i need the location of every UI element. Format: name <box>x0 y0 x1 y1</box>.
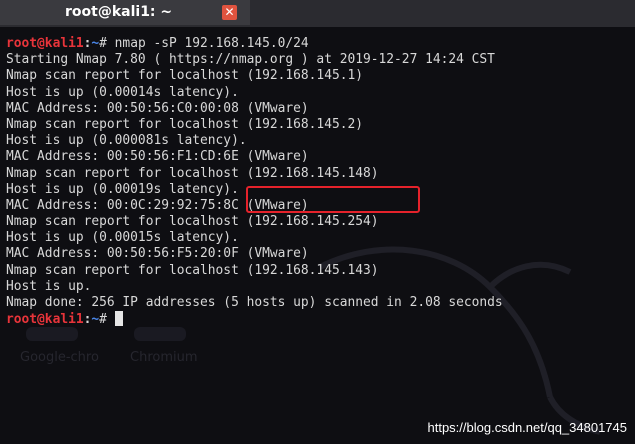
close-icon[interactable]: ✕ <box>222 5 237 20</box>
tab-bar: root@kali1: ~ ✕ <box>0 0 635 27</box>
desktop-icon-ghost-1 <box>26 327 78 341</box>
prompt-symbol: # <box>99 312 115 328</box>
output-line: MAC Address: 00:50:56:F5:20:0F (VMware) <box>6 246 309 262</box>
tab-title: root@kali1: ~ <box>65 4 173 20</box>
output-line: Nmap done: 256 IP addresses (5 hosts up)… <box>6 295 503 310</box>
terminal-output: root@kali1:~# nmap -sP 192.168.145.0/24 S… <box>6 36 503 327</box>
output-line: Nmap scan report for localhost (192.168.… <box>6 262 379 278</box>
output-line: Host is up (0.00015s latency). <box>6 230 239 246</box>
output-line: Nmap scan report for localhost (192.168.… <box>6 68 363 84</box>
command-line: root@kali1:~# nmap -sP 192.168.145.0/24 <box>6 36 503 52</box>
output-line: Nmap scan report for localhost (192.168.… <box>6 165 379 181</box>
terminal-window: root@kali1: ~ ✕ Google-chro Chromium roo… <box>0 0 635 444</box>
blog-watermark: https://blog.csdn.net/qq_34801745 <box>427 420 628 435</box>
prompt-user-host: root@kali1 <box>6 312 84 328</box>
terminal-tab[interactable]: root@kali1: ~ ✕ <box>0 0 250 27</box>
output-line: Host is up (0.00014s latency). <box>6 84 239 100</box>
active-prompt-line[interactable]: root@kali1:~# <box>6 311 503 327</box>
output-line: Nmap scan report for localhost (192.168.… <box>6 214 379 230</box>
ip-highlight-annotation <box>246 186 420 213</box>
output-line: Starting Nmap 7.80 ( https://nmap.org ) … <box>6 52 495 68</box>
prompt-path: ~ <box>91 312 100 328</box>
prompt-user-host: root@kali1 <box>6 36 84 51</box>
output-line: Nmap scan report for localhost (192.168.… <box>6 116 363 132</box>
output-line: Host is up (0.000081s latency). <box>6 133 247 149</box>
output-line: Host is up. <box>6 278 92 294</box>
prompt-path: ~ <box>91 36 100 51</box>
text-cursor <box>114 311 123 327</box>
output-line: MAC Address: 00:50:56:F1:CD:6E (VMware) <box>6 149 309 165</box>
command-text: nmap -sP 192.168.145.0/24 <box>114 36 309 51</box>
desktop-icon-ghost-2 <box>134 327 186 341</box>
desktop-label-ghost: Google-chro <box>20 350 99 365</box>
output-line: MAC Address: 00:50:56:C0:00:08 (VMware) <box>6 100 309 116</box>
terminal-content[interactable]: Google-chro Chromium root@kali1:~# nmap … <box>0 27 635 444</box>
desktop-label-ghost: Chromium <box>130 350 198 365</box>
prompt-symbol: # <box>99 36 115 51</box>
